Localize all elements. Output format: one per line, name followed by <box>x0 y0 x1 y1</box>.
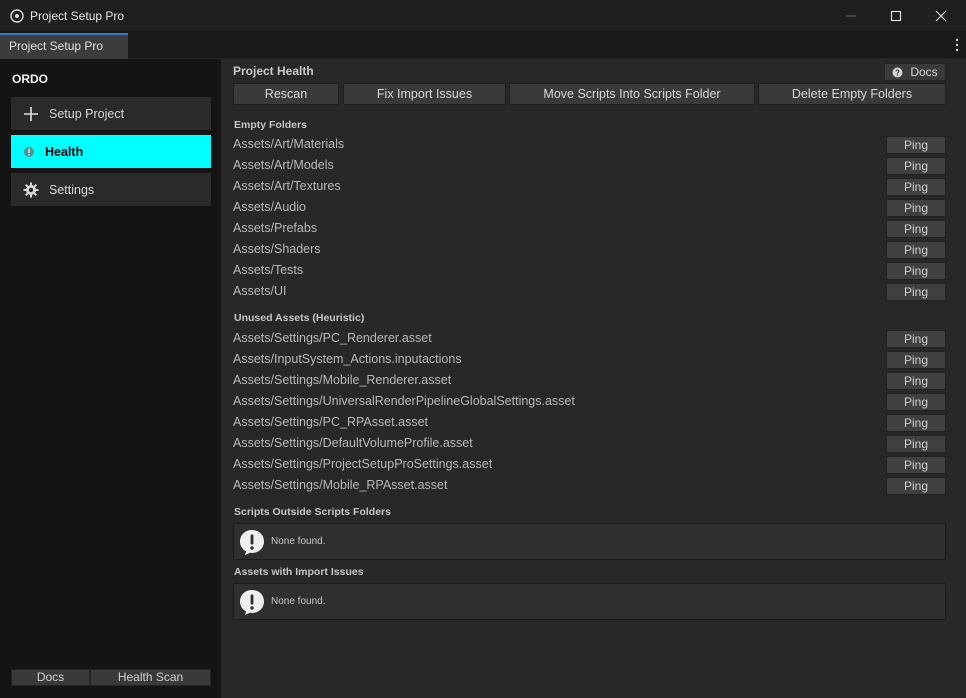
asset-path: Assets/InputSystem_Actions.inputactions <box>233 352 462 366</box>
sidebar-item-health[interactable]: Health <box>11 135 211 168</box>
delete-empty-folders-button[interactable]: Delete Empty Folders <box>758 83 946 105</box>
list-item: Assets/Settings/Mobile_RPAsset.asset Pin… <box>233 476 946 497</box>
list-item: Assets/Tests Ping <box>233 261 946 282</box>
scripts-outside-title: Scripts Outside Scripts Folders <box>234 506 391 518</box>
unity-logo-icon <box>10 8 24 23</box>
asset-path: Assets/Shaders <box>233 242 321 256</box>
plus-icon <box>23 106 39 122</box>
ping-button[interactable]: Ping <box>886 178 946 196</box>
list-item: Assets/Settings/Mobile_Renderer.asset Pi… <box>233 371 946 392</box>
svg-text:?: ? <box>895 68 900 77</box>
sidebar-item-label: Setup Project <box>49 106 125 121</box>
ping-button[interactable]: Ping <box>886 351 946 369</box>
empty-folders-title: Empty Folders <box>234 119 307 131</box>
asset-path: Assets/Prefabs <box>233 221 318 235</box>
asset-path: Assets/Tests <box>233 263 304 277</box>
ping-button[interactable]: Ping <box>886 330 946 348</box>
rescan-button[interactable]: Rescan <box>233 83 339 105</box>
minimize-button[interactable] <box>828 0 874 31</box>
maximize-icon <box>890 10 902 21</box>
list-item: Assets/Settings/UniversalRenderPipelineG… <box>233 392 946 413</box>
list-item: Assets/UI Ping <box>233 282 946 303</box>
window-title: Project Setup Pro <box>30 8 125 23</box>
asset-path: Assets/Art/Models <box>233 158 334 172</box>
ping-button[interactable]: Ping <box>886 456 946 474</box>
asset-path: Assets/Audio <box>233 200 306 214</box>
asset-path: Assets/Settings/PC_Renderer.asset <box>233 331 432 345</box>
gear-icon <box>23 182 39 198</box>
sidebar-item-setup-project[interactable]: Setup Project <box>11 97 211 130</box>
list-item: Assets/Audio Ping <box>233 198 946 219</box>
ping-button[interactable]: Ping <box>886 220 946 238</box>
minimize-icon <box>846 15 856 16</box>
info-bubble-icon <box>240 589 264 615</box>
sidebar-docs-button[interactable]: Docs <box>11 669 90 686</box>
more-options-icon[interactable] <box>954 38 960 52</box>
close-button[interactable] <box>918 0 964 31</box>
sidebar-item-settings[interactable]: Settings <box>11 173 211 206</box>
asset-path: Assets/Art/Materials <box>233 137 345 151</box>
list-item: Assets/Art/Models Ping <box>233 156 946 177</box>
unused-assets-title: Unused Assets (Heuristic) <box>234 312 365 324</box>
ping-button[interactable]: Ping <box>886 283 946 301</box>
list-item: Assets/Settings/ProjectSetupProSettings.… <box>233 455 946 476</box>
ping-button[interactable]: Ping <box>886 435 946 453</box>
sidebar-item-label: Health <box>45 144 84 159</box>
title-bar: Project Setup Pro <box>0 0 966 31</box>
list-item: Assets/Prefabs Ping <box>233 219 946 240</box>
list-item: Assets/Art/Materials Ping <box>233 135 946 156</box>
import-issues-helpbox: None found. <box>233 583 946 620</box>
close-icon <box>935 10 947 21</box>
asset-path: Assets/Settings/Mobile_RPAsset.asset <box>233 478 448 492</box>
list-item: Assets/Settings/PC_RPAsset.asset Ping <box>233 413 946 434</box>
ping-button[interactable]: Ping <box>886 477 946 495</box>
ping-button[interactable]: Ping <box>886 199 946 217</box>
ping-button[interactable]: Ping <box>886 414 946 432</box>
asset-path: Assets/Settings/Mobile_Renderer.asset <box>233 373 452 387</box>
asset-path: Assets/Settings/UniversalRenderPipelineG… <box>233 394 575 408</box>
ping-button[interactable]: Ping <box>886 157 946 175</box>
sidebar-footer: Docs Health Scan <box>11 669 211 686</box>
help-icon: ? <box>892 67 903 77</box>
move-scripts-button[interactable]: Move Scripts Into Scripts Folder <box>509 83 755 105</box>
import-issues-title: Assets with Import Issues <box>234 566 364 578</box>
asset-path: Assets/Settings/ProjectSetupProSettings.… <box>233 457 493 471</box>
page-title: Project Health <box>233 64 314 78</box>
ping-button[interactable]: Ping <box>886 393 946 411</box>
asset-path: Assets/Settings/PC_RPAsset.asset <box>233 415 428 429</box>
asset-path: Assets/UI <box>233 284 287 298</box>
list-item: Assets/InputSystem_Actions.inputactions … <box>233 350 946 371</box>
brand-label: ORDO <box>12 72 48 86</box>
list-item: Assets/Art/Textures Ping <box>233 177 946 198</box>
import-issues-message: None found. <box>271 596 326 607</box>
sidebar-item-label: Settings <box>49 182 95 197</box>
ping-button[interactable]: Ping <box>886 372 946 390</box>
ping-button[interactable]: Ping <box>886 241 946 259</box>
scripts-outside-message: None found. <box>271 536 326 547</box>
main-panel: Project Health ? Docs Rescan Fix Import … <box>221 59 966 698</box>
list-item: Assets/Settings/DefaultVolumeProfile.ass… <box>233 434 946 455</box>
docs-button-label: Docs <box>910 65 938 79</box>
info-bubble-icon <box>240 529 264 555</box>
ping-button[interactable]: Ping <box>886 262 946 280</box>
docs-button[interactable]: ? Docs <box>884 63 946 81</box>
tab-bar: Project Setup Pro <box>0 31 966 59</box>
sidebar: ORDO Setup Project Health Settings Docs … <box>0 59 221 698</box>
tab-project-setup-pro[interactable]: Project Setup Pro <box>0 33 128 59</box>
asset-path: Assets/Art/Textures <box>233 179 341 193</box>
maximize-button[interactable] <box>873 0 919 31</box>
asset-path: Assets/Settings/DefaultVolumeProfile.ass… <box>233 436 473 450</box>
list-item: Assets/Settings/PC_Renderer.asset Ping <box>233 329 946 350</box>
scripts-outside-helpbox: None found. <box>233 523 946 560</box>
ping-button[interactable]: Ping <box>886 136 946 154</box>
health-scan-button[interactable]: Health Scan <box>90 669 211 686</box>
fix-import-issues-button[interactable]: Fix Import Issues <box>343 83 506 105</box>
info-icon <box>21 144 37 160</box>
list-item: Assets/Shaders Ping <box>233 240 946 261</box>
